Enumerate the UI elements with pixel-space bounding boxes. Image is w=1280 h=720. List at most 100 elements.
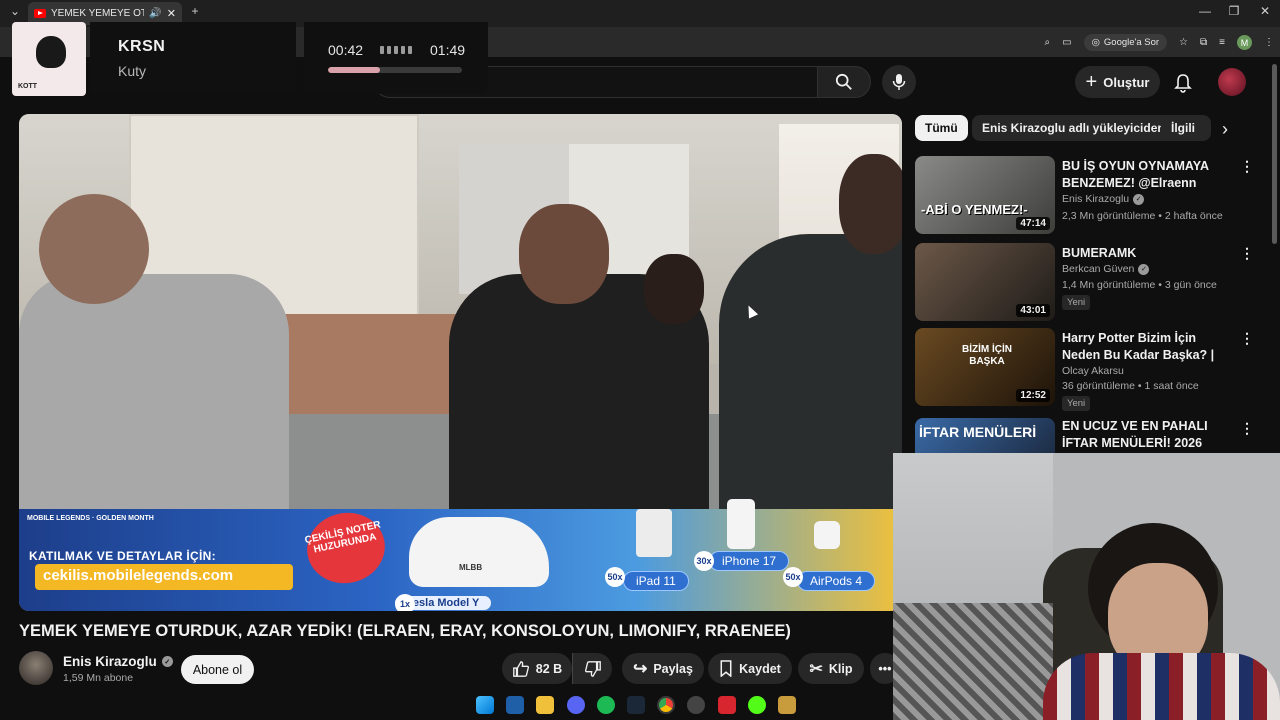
obs-icon[interactable] [687, 696, 706, 714]
chevron-right-icon[interactable]: › [1222, 119, 1228, 140]
video-thumbnail[interactable]: -ABİ O YENMEZ!- 47:14 [915, 156, 1055, 234]
recommended-video[interactable]: İFTAR MENÜLERİ EN UCUZ VE EN PAHALI İFTA… [915, 418, 1260, 454]
app-icon[interactable] [506, 696, 525, 714]
streamer-shirt [1043, 653, 1280, 720]
channel-name: Berkcan Güven [1062, 263, 1135, 275]
file-explorer-icon[interactable] [536, 696, 555, 714]
thumbnail-text: BİZİM İÇİN BAŞKA [962, 344, 1012, 367]
song-title: KRSN [118, 38, 166, 55]
playback-progress-bar[interactable] [328, 67, 462, 73]
speaker-icon[interactable]: 🔊 [149, 8, 161, 19]
tab-list-icon[interactable]: ⌄ [0, 4, 30, 18]
more-vertical-icon[interactable]: ⋮ [1240, 420, 1254, 437]
extensions-icon[interactable]: ⧉ [1200, 37, 1207, 48]
save-label: Kaydet [739, 661, 781, 676]
video-meta: 1,4 Mn görüntüleme • 3 gün önce [1062, 279, 1217, 291]
video-player[interactable]: MOBILE LEGENDS · GOLDEN MONTH KATILMAK V… [19, 114, 902, 611]
video-thumbnail[interactable]: BİZİM İÇİN BAŞKA 12:52 [915, 328, 1055, 406]
verified-icon: ✓ [1133, 193, 1145, 205]
mult-tesla: 1x [395, 594, 415, 611]
bookmark-icon [720, 660, 732, 677]
dislike-button[interactable] [572, 653, 612, 684]
channel-avatar[interactable] [19, 651, 53, 685]
person-right-head [839, 154, 902, 254]
playback-progress-fill [328, 67, 380, 73]
elapsed-time: 00:42 [328, 42, 364, 58]
equalizer-icon [380, 46, 412, 54]
chip-uploader[interactable]: Enis Kirazoglu adlı yükleyiciden [972, 115, 1175, 141]
thumbs-up-icon [512, 660, 529, 677]
video-title: BUMERAMK [1062, 246, 1137, 260]
save-button[interactable]: Kaydet [708, 653, 792, 684]
cast-icon[interactable]: ▭ [1062, 37, 1071, 48]
now-playing-card: KRSN Kuty [90, 22, 296, 94]
like-button[interactable]: 82 B [502, 653, 572, 684]
voice-search-button[interactable] [882, 65, 916, 99]
channel-row[interactable]: Berkcan Güven ✓ [1062, 263, 1150, 275]
video-thumbnail[interactable]: 43:01 [915, 243, 1055, 321]
user-avatar[interactable] [1218, 68, 1246, 96]
bed-blanket [893, 603, 1053, 720]
chrome-icon[interactable] [657, 696, 676, 714]
banner-heading: KATILMAK VE DETAYLAR İÇİN: [29, 549, 216, 563]
kick-icon[interactable] [747, 696, 766, 714]
create-button[interactable]: + Oluştur [1075, 66, 1160, 98]
search-button[interactable] [817, 66, 871, 98]
close-tab-icon[interactable]: ✕ [167, 7, 176, 20]
recommended-video[interactable]: -ABİ O YENMEZ!- 47:14 BU İŞ OYUN OYNAMAY… [915, 156, 1260, 236]
restore-icon[interactable]: ❐ [1219, 4, 1249, 18]
video-duration: 12:52 [1016, 389, 1050, 402]
thumbs-down-icon [584, 660, 601, 677]
share-icon: ↪ [633, 658, 648, 678]
new-badge: Yeni [1062, 295, 1091, 310]
new-tab-icon[interactable]: + [180, 4, 210, 18]
ask-google-button[interactable]: ◎ Google'a Sor [1083, 34, 1168, 51]
recommended-video[interactable]: BİZİM İÇİN BAŞKA 12:52 Harry Potter Bizi… [915, 328, 1260, 411]
channel-name: Enis Kirazoglu [1062, 193, 1130, 205]
media-controls-icon[interactable]: ≡ [1219, 37, 1225, 48]
ad-banner[interactable]: MOBILE LEGENDS · GOLDEN MONTH KATILMAK V… [19, 499, 902, 611]
toolbar-actions: ⌕ ▭ ◎ Google'a Sor ☆ ⧉ ≡ M ⋮ [1045, 32, 1274, 53]
close-window-icon[interactable]: ✕ [1250, 4, 1280, 18]
discord-icon[interactable] [566, 696, 585, 714]
share-button[interactable]: ↪ Paylaş [622, 653, 704, 684]
chip-all[interactable]: Tümü [915, 115, 968, 141]
video-title: Harry Potter Bizim İçin Neden Bu Kadar B… [1062, 331, 1215, 362]
microphone-icon [892, 74, 906, 90]
create-label: Oluştur [1103, 74, 1150, 90]
channel-name-row[interactable]: Enis Kirazoglu ✓ [63, 654, 173, 669]
more-vertical-icon[interactable]: ⋮ [1240, 245, 1254, 262]
browser-menu-icon[interactable]: ⋮ [1264, 37, 1274, 48]
minimize-icon[interactable]: — [1190, 4, 1220, 18]
bell-icon [1174, 74, 1192, 93]
video-title: EN UCUZ VE EN PAHALI İFTAR MENÜLERİ! 202… [1062, 419, 1208, 450]
windows-start-icon[interactable] [476, 696, 494, 714]
browser-profile-avatar[interactable]: M [1237, 35, 1252, 50]
recommended-video[interactable]: 43:01 BUMERAMK Berkcan Güven ✓ 1,4 Mn gör… [915, 243, 1260, 323]
spotify-icon[interactable] [596, 696, 615, 714]
subscribe-button[interactable]: Abone ol [181, 655, 254, 684]
mult-airpods: 50x [783, 567, 803, 587]
banner-url: cekilis.mobilelegends.com [35, 564, 293, 590]
channel-row[interactable]: Enis Kirazoglu ✓ [1062, 193, 1145, 205]
video-thumbnail[interactable]: İFTAR MENÜLERİ [915, 418, 1055, 454]
ipad-shape [636, 509, 672, 557]
search-icon [835, 73, 852, 90]
bookmark-star-icon[interactable]: ☆ [1179, 37, 1188, 48]
league-icon[interactable] [777, 696, 796, 714]
channel-row[interactable]: Olcay Akarsu [1062, 365, 1124, 377]
video-meta: 2,3 Mn görüntüleme • 2 hafta önce [1062, 210, 1223, 222]
more-vertical-icon[interactable]: ⋮ [1240, 330, 1254, 347]
steam-icon[interactable] [626, 696, 645, 714]
notifications-button[interactable] [1170, 70, 1196, 96]
page-scrollbar[interactable] [1272, 64, 1277, 244]
more-vertical-icon[interactable]: ⋮ [1240, 158, 1254, 175]
chip-related[interactable]: İlgili [1161, 115, 1211, 141]
app-red-icon[interactable] [717, 696, 736, 714]
clip-label: Klip [828, 661, 853, 676]
clip-button[interactable]: ✂ Klip [798, 653, 864, 684]
airpods-shape [814, 521, 840, 549]
zoom-icon[interactable]: ⌕ [1045, 37, 1051, 48]
verified-icon: ✓ [161, 656, 173, 667]
prize-airpods: AirPods 4 [797, 571, 876, 591]
